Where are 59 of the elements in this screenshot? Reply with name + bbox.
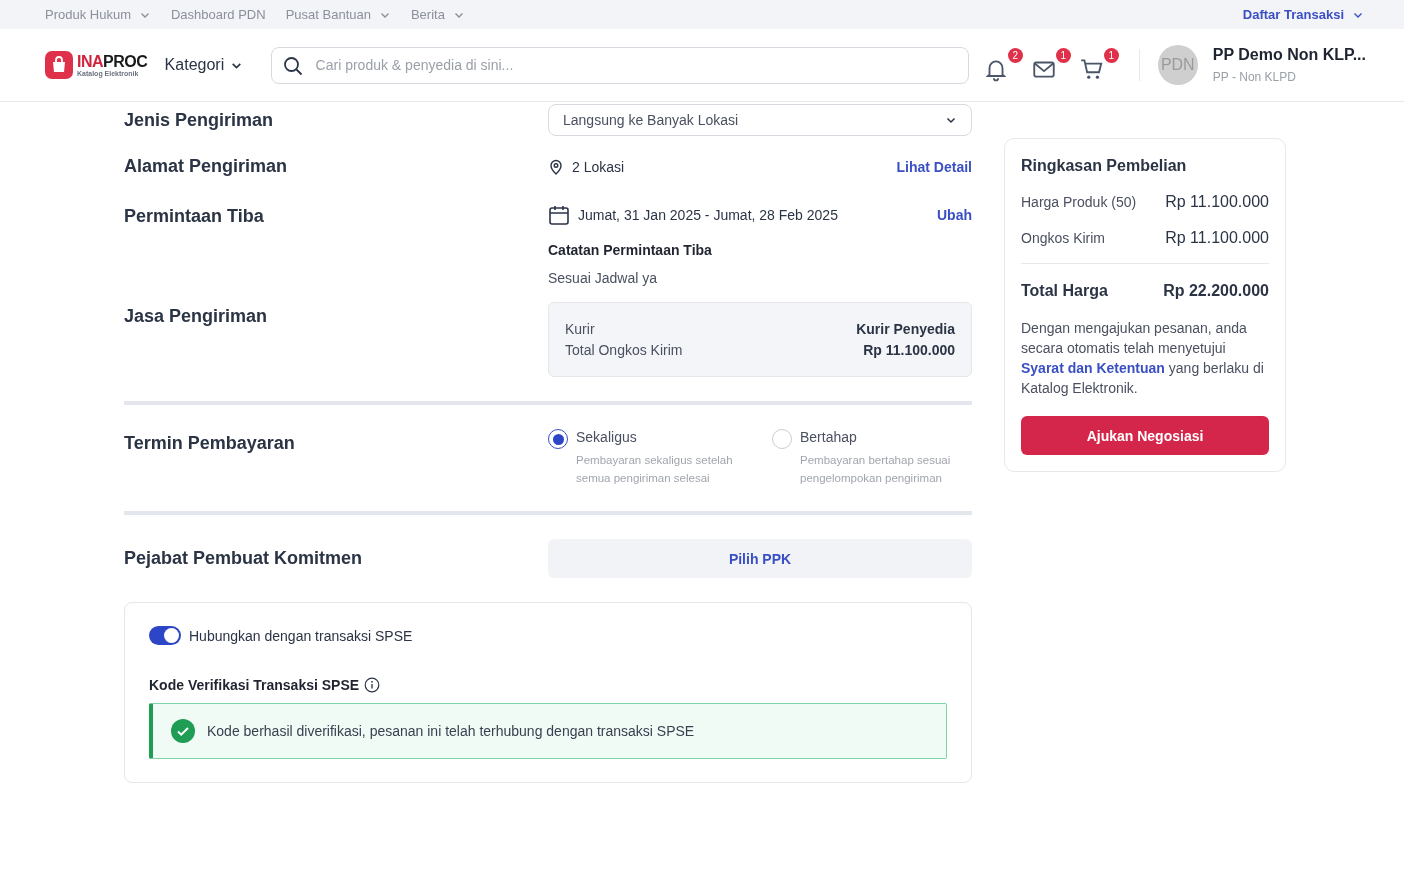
section-label: Termin Pembayaran xyxy=(124,433,296,455)
user-name: PP Demo Non KLP... xyxy=(1212,46,1366,64)
detail-link[interactable]: Lihat Detail xyxy=(896,158,972,175)
address-count: 2 Lokasi xyxy=(572,158,626,175)
logo-wordmark: INAPROC xyxy=(77,53,148,70)
mail-button[interactable]: 1 xyxy=(1030,48,1071,82)
location-pin-icon xyxy=(548,158,564,175)
count-badge: 1 xyxy=(1103,48,1119,63)
option-label: Bertahap xyxy=(800,429,858,445)
change-link[interactable]: Ubah xyxy=(937,207,972,223)
option-description: Pembayaran sekaligus setelah semua pengiriman selesai xyxy=(576,453,734,486)
count-badge: 2 xyxy=(1007,48,1023,63)
shipping-type-select[interactable]: Langsung ke Banyak Lokasi xyxy=(548,104,972,136)
disclaimer-text: Dengan mengajukan pesanan, anda secara otomatis telah menyetujui Syarat dan Ketentuan yang berlaku di Katalog Elektronik. xyxy=(1021,319,1265,398)
toggle-label: Hubungkan dengan transaksi SPSE xyxy=(189,627,413,644)
section-label: Alamat Pengiriman xyxy=(124,156,289,177)
field-label: Kode Verifikasi Transaksi SPSE xyxy=(149,677,360,693)
total-value: Rp 22.200.000 xyxy=(1163,282,1269,300)
section-label: Jasa Pengiriman xyxy=(124,306,269,328)
summary-title: Ringkasan Pembelian xyxy=(1021,157,1188,175)
total-label: Total Harga xyxy=(1021,282,1108,300)
search-icon xyxy=(282,55,303,76)
toggle-switch[interactable] xyxy=(149,626,181,645)
summary-label: Harga Produk (50) xyxy=(1021,194,1137,210)
top-nav-link[interactable]: Produk Hukum xyxy=(45,7,131,22)
calendar-icon xyxy=(548,204,570,226)
section-label: Jenis Pengiriman xyxy=(124,109,275,131)
bell-button[interactable]: 2 xyxy=(982,48,1023,82)
info-icon[interactable] xyxy=(364,677,381,693)
date-range: Jumat, 31 Jan 2025 - Jumat, 28 Feb 2025 xyxy=(578,207,839,223)
terms-link[interactable]: Syarat dan Ketentuan xyxy=(1021,360,1165,376)
cart-button[interactable]: 1 xyxy=(1078,48,1119,82)
search-field[interactable]: Cari produk & penyedia di sini... xyxy=(270,46,969,84)
bag-logo-icon xyxy=(45,51,73,79)
section-label: Permintaan Tiba xyxy=(124,206,265,228)
summary-value: Rp 11.100.000 xyxy=(1165,229,1269,247)
courier-value: Kurir Penyedia xyxy=(856,321,955,337)
user-role: PP - Non KLPD xyxy=(1212,70,1297,84)
alert-message: Kode berhasil diverifikasi, pesanan ini telah terhubung dengan transaksi SPSE xyxy=(207,723,695,739)
cart-icon xyxy=(1078,56,1105,82)
courier-value: Rp 11.100.000 xyxy=(863,342,955,358)
courier-label: Total Ongkos Kirim xyxy=(565,342,683,358)
note-text: Sesuai Jadwal ya xyxy=(548,270,658,286)
category-menu[interactable]: Kategori xyxy=(164,56,271,74)
note-label: Catatan Permintaan Tiba xyxy=(548,242,713,258)
count-badge: 1 xyxy=(1055,48,1071,63)
courier-label: Kurir xyxy=(565,321,595,337)
choose-ppk-button[interactable]: Pilih PPK xyxy=(548,539,972,578)
option-description: Pembayaran bertahap sesuai pengelompokan pengiriman xyxy=(800,453,952,486)
transactions-link[interactable]: Daftar Transaksi xyxy=(1242,7,1344,22)
submit-negotiation-button[interactable]: Ajukan Negosiasi xyxy=(1021,416,1269,455)
option-label: Sekaligus xyxy=(576,429,638,445)
top-nav-link[interactable]: Dashboard PDN xyxy=(171,7,266,22)
top-nav-link[interactable]: Pusat Bantuan xyxy=(285,7,371,22)
summary-label: Ongkos Kirim xyxy=(1021,230,1106,246)
top-nav-link[interactable]: Berita xyxy=(410,7,445,22)
section-label: Pejabat Pembuat Komitmen xyxy=(124,548,364,569)
check-icon xyxy=(171,719,195,743)
summary-value: Rp 11.100.000 xyxy=(1165,193,1269,211)
